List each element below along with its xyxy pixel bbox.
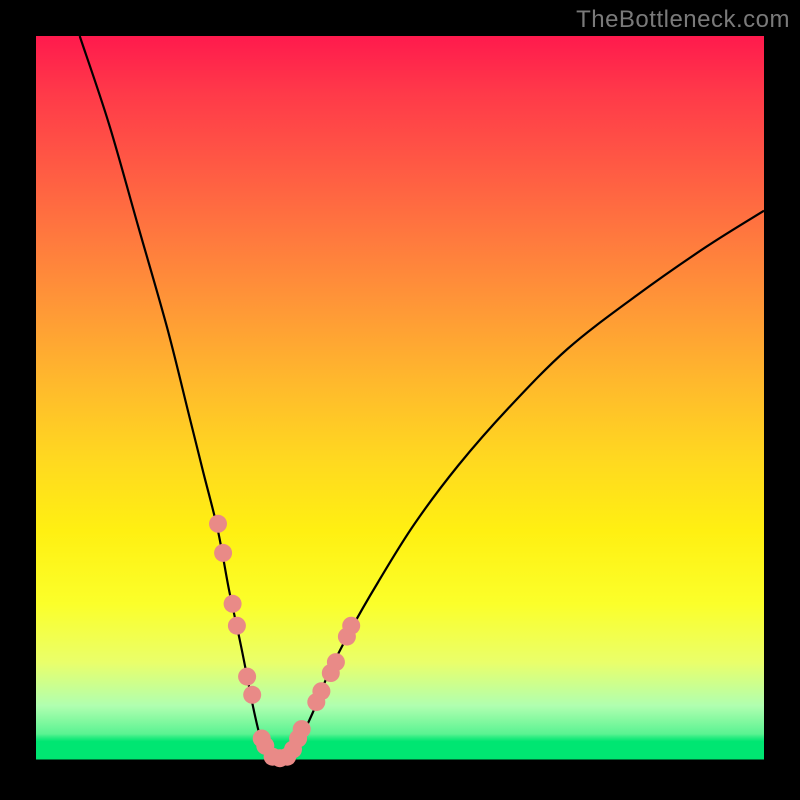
data-point <box>224 595 242 613</box>
data-point <box>293 720 311 738</box>
data-point <box>209 515 227 533</box>
data-point <box>214 544 232 562</box>
data-point-markers <box>209 515 360 767</box>
data-point <box>228 617 246 635</box>
data-point <box>312 682 330 700</box>
data-point <box>327 653 345 671</box>
bottleneck-curve <box>80 36 764 760</box>
bottleneck-chart <box>36 36 764 764</box>
watermark-label: TheBottleneck.com <box>576 6 790 34</box>
chart-frame: TheBottleneck.com <box>0 0 800 800</box>
data-point <box>238 668 256 686</box>
data-point <box>342 617 360 635</box>
data-point <box>243 686 261 704</box>
